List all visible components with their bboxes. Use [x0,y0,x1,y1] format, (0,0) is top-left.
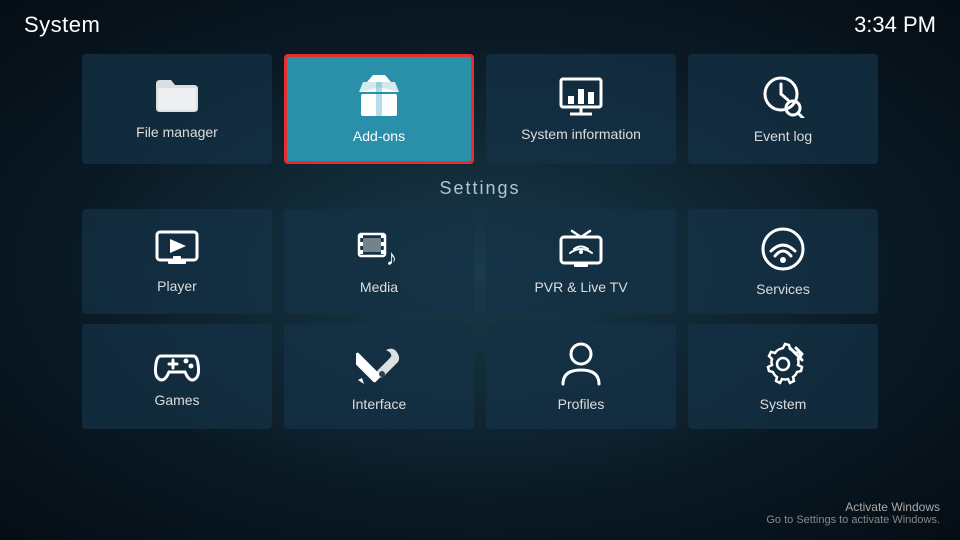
folder-icon [154,78,200,114]
settings-item-player[interactable]: Player [82,209,272,314]
tv-icon [558,229,604,269]
person-icon [561,342,601,386]
svg-text:♪: ♪ [386,245,397,269]
quick-item-add-ons-label: Add-ons [353,128,405,144]
clock: 3:34 PM [854,12,936,38]
settings-item-interface[interactable]: Interface [284,324,474,429]
settings-item-services-label: Services [756,281,810,297]
gear-wrench-icon [760,342,806,386]
settings-item-interface-label: Interface [352,396,406,412]
watermark-title: Activate Windows [766,500,940,514]
box-icon [355,74,403,118]
settings-item-profiles[interactable]: Profiles [486,324,676,429]
clock-search-icon [761,74,805,118]
settings-item-media[interactable]: ♪ Media [284,209,474,314]
watermark: Activate Windows Go to Settings to activ… [766,500,940,526]
presentation-icon [558,76,604,116]
settings-row-1: Player ♪ Media [0,209,960,314]
settings-item-pvr-live-tv[interactable]: PVR & Live TV [486,209,676,314]
quick-item-event-log[interactable]: Event log [688,54,878,164]
settings-item-profiles-label: Profiles [558,396,605,412]
settings-item-system[interactable]: System [688,324,878,429]
quick-item-event-log-label: Event log [754,128,812,144]
top-bar: System 3:34 PM [0,0,960,50]
wifi-circle-icon [761,227,805,271]
quick-row: File manager Add-ons [0,54,960,164]
quick-item-file-manager-label: File manager [136,124,218,140]
monitor-play-icon [154,230,200,268]
settings-item-games[interactable]: Games [82,324,272,429]
settings-item-services[interactable]: Services [688,209,878,314]
quick-item-system-information[interactable]: System information [486,54,676,164]
quick-item-system-information-label: System information [521,126,641,142]
app-title: System [24,12,100,38]
media-icon: ♪ [356,229,402,269]
settings-section-title: Settings [0,178,960,199]
watermark-subtitle: Go to Settings to activate Windows. [766,514,940,526]
gamepad-icon [153,346,201,382]
settings-item-player-label: Player [157,278,197,294]
quick-item-file-manager[interactable]: File manager [82,54,272,164]
quick-item-add-ons[interactable]: Add-ons [284,54,474,164]
settings-item-games-label: Games [154,392,199,408]
settings-item-media-label: Media [360,279,398,295]
wrench-pencil-icon [356,342,402,386]
settings-item-pvr-live-tv-label: PVR & Live TV [534,279,627,295]
settings-row-2: Games Interface Profiles [0,324,960,429]
settings-item-system-label: System [760,396,807,412]
